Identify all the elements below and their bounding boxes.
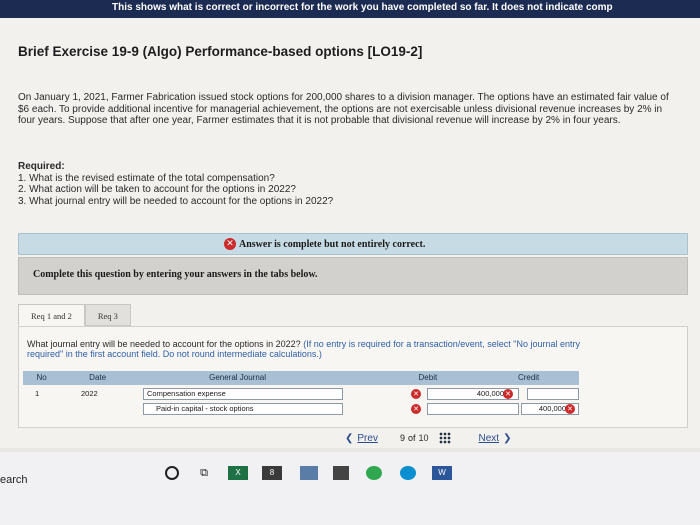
required-item-3: 3. What journal entry will be needed to …	[18, 195, 334, 207]
incorrect-icon: ✕	[411, 389, 421, 399]
task-view-icon[interactable]: ⧉	[196, 466, 212, 480]
store-icon[interactable]	[333, 466, 349, 480]
exercise-title: Brief Exercise 19-9 (Algo) Performance-b…	[18, 44, 423, 59]
required-item-1: 1. What is the revised estimate of the t…	[18, 172, 275, 184]
entry-number: 1	[35, 389, 40, 398]
question-text-block: What journal entry will be needed to acc…	[27, 339, 607, 359]
app-icon[interactable]	[300, 466, 318, 480]
taskbar-badge: 8	[269, 468, 275, 477]
cortana-icon[interactable]	[165, 466, 179, 480]
debit-field[interactable]	[427, 403, 519, 415]
word-icon[interactable]: W	[432, 466, 452, 480]
excel-icon[interactable]: X	[228, 466, 248, 480]
chevron-right-icon[interactable]: ❯	[503, 433, 511, 444]
required-item-2: 2. What action will be taken to account …	[18, 184, 296, 195]
answer-status-banner: ✕ Answer is complete but not entirely co…	[18, 233, 688, 255]
app-icon[interactable]: 8	[262, 466, 282, 480]
account-field[interactable]: Paid-in capital - stock options	[143, 403, 343, 415]
pagination: ❮ Prev 9 of 10 Next ❯	[345, 430, 511, 446]
entry-date[interactable]: 2022	[81, 387, 98, 400]
total-pages: 10	[418, 433, 429, 443]
required-heading: Required:	[18, 161, 65, 172]
answer-status-text: Answer is complete but not entirely corr…	[239, 238, 426, 250]
prev-button[interactable]: Prev	[357, 433, 378, 444]
instructions-banner: Complete this question by entering your …	[18, 257, 688, 295]
taskbar-search-text[interactable]: earch	[0, 474, 28, 486]
incorrect-icon: ✕	[503, 389, 513, 399]
journal-row-1: 1 2022 Compensation expense ✕ 400,000 ✕	[23, 387, 579, 400]
tab-req-1-and-2[interactable]: Req 1 and 2	[18, 304, 85, 326]
taskbar: earch ⧉ X 8 W	[0, 452, 700, 525]
grid-icon[interactable]	[438, 432, 451, 444]
top-status-bar: This shows what is correct or incorrect …	[0, 0, 700, 18]
instructions-text: Complete this question by entering your …	[33, 269, 318, 280]
page-of-text: of	[407, 433, 416, 443]
journal-header: No Date General Journal Debit Credit	[23, 371, 579, 385]
incorrect-icon: ✕	[565, 404, 575, 414]
edge-icon[interactable]	[400, 466, 416, 480]
chevron-left-icon[interactable]: ❮	[345, 433, 353, 444]
top-status-text: This shows what is correct or incorrect …	[112, 2, 613, 13]
current-page: 9	[399, 433, 405, 443]
next-button[interactable]: Next	[479, 433, 500, 444]
exercise-intro: On January 1, 2021, Farmer Fabrication i…	[18, 92, 669, 126]
incorrect-icon: ✕	[224, 238, 236, 250]
header-general-journal: General Journal	[209, 373, 267, 382]
header-no: No	[36, 373, 47, 382]
header-credit: Credit	[517, 373, 540, 382]
journal-row-2: Paid-in capital - stock options ✕ 400,00…	[23, 402, 579, 415]
header-date: Date	[89, 373, 107, 382]
account-field[interactable]: Compensation expense	[143, 388, 343, 400]
header-debit: Debit	[418, 373, 438, 382]
incorrect-icon: ✕	[411, 404, 421, 414]
question-text: What journal entry will be needed to acc…	[27, 339, 301, 349]
question-panel: What journal entry will be needed to acc…	[18, 326, 688, 428]
chrome-icon[interactable]	[366, 466, 382, 480]
required-section: Required: 1. What is the revised estimat…	[18, 161, 618, 207]
credit-field[interactable]	[527, 388, 579, 400]
tab-req-3[interactable]: Req 3	[84, 304, 131, 326]
